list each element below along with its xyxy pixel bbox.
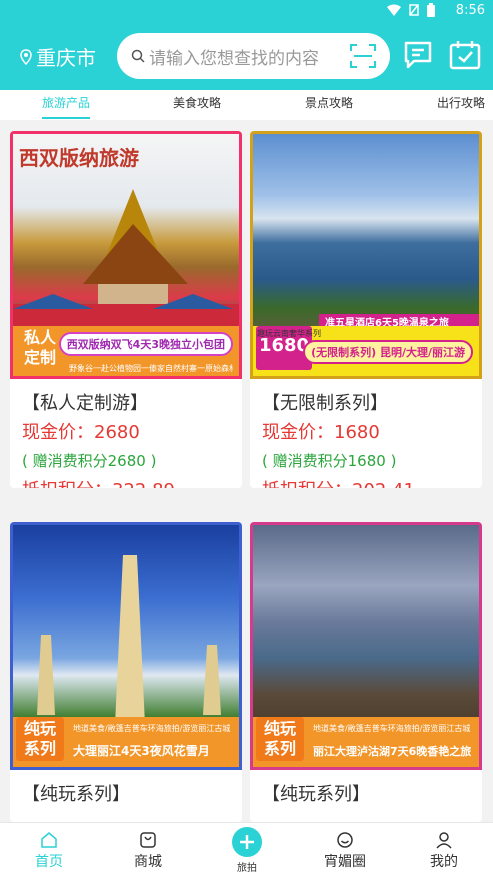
banner-subtext: 野象谷一赴公植物园一傣家自然村寨一原始森林公园 [69,364,233,373]
product-image: 准五星酒店6天5晚温泉之旅 1680 (无限制系列) 昆明/大理/丽江游 趣玩云… [250,131,482,379]
city-name: 重庆市 [36,46,96,70]
plus-icon [232,827,262,857]
banner-subtext: 趣玩云南奢华系列 [257,329,321,338]
product-info: 【纯玩系列】 [262,780,370,809]
image-badge: 西双版纳旅游 [19,146,139,170]
scan-icon[interactable] [350,44,376,68]
product-card[interactable]: 纯玩 系列 地道美食/敞篷吉普车环海旅拍/游览丽江古城 大理丽江4天3夜风花雪月 … [10,522,242,822]
tab-attractions-guide[interactable]: 景点攻略 [305,94,353,111]
product-tag: 纯玩 系列 [16,717,64,761]
product-bonus-points: ( 赠消费积分1680 ) [262,452,397,470]
banner-subtext: 地道美食/敞篷吉普车环海旅拍/游览丽江古城 [73,724,231,733]
product-card[interactable]: 纯玩 系列 地道美食/敞篷吉普车环海旅拍/游览丽江古城 丽江大理泸沽湖7天6晚香艳… [250,522,482,822]
tab-underline [42,117,91,119]
city-selector[interactable]: 重庆市 [20,42,96,71]
nav-profile[interactable]: 我的 [414,829,474,871]
search-icon [131,49,145,63]
tab-travel-products[interactable]: 旅游产品 [42,94,91,119]
calendar-check-icon[interactable] [449,40,481,74]
battery-icon [427,3,435,17]
image-banner: 1680 (无限制系列) 昆明/大理/丽江游 趣玩云南奢华系列 [253,326,479,376]
product-deduct-points: 抵扣积分：202.41 [262,476,415,488]
banner-text: (无限制系列) 昆明/大理/丽江游 [303,340,473,364]
nav-circle[interactable]: 宵媚圈 [315,829,375,871]
product-tag: 纯玩 系列 [256,717,304,761]
bottom-navigation: 首页 商城 旅拍 宵媚圈 我的 [0,822,493,878]
tab-food-guide[interactable]: 美食攻略 [173,94,221,111]
header: 重庆市 请输入您想查找的内容 [0,22,493,90]
banner-text: 西双版纳双飞4天3晚独立小包团 [58,332,233,356]
product-price: 现金价：2680 [22,422,140,443]
location-pin-icon [20,48,32,65]
product-title: 【私人定制游】 [22,393,148,414]
shop-icon [140,832,156,848]
wifi-icon [387,4,401,16]
product-info: 【纯玩系列】 [22,780,130,809]
product-card[interactable]: 西双版纳旅游 私人 定制 西双版纳双飞4天3晚独立小包团 野象谷一赴公植物园一傣家… [10,131,242,488]
user-icon [436,832,452,849]
product-title: 【无限制系列】 [262,393,388,414]
image-banner: 纯玩 系列 地道美食/敞篷吉普车环海旅拍/游览丽江古城 大理丽江4天3夜风花雪月 [13,717,239,767]
search-bar[interactable]: 请输入您想查找的内容 [117,33,390,79]
nav-home[interactable]: 首页 [19,829,79,871]
product-title: 【纯玩系列】 [262,784,370,805]
nav-photo[interactable]: 旅拍 [217,827,277,874]
image-banner: 私人 定制 西双版纳双飞4天3晚独立小包团 野象谷一赴公植物园一傣家自然村寨一原始… [13,326,239,376]
search-input[interactable]: 请输入您想查找的内容 [149,44,350,69]
message-icon[interactable] [403,40,433,74]
product-deduct-points: 抵扣积分：322.89 [22,476,175,488]
category-tabs: 旅游产品 美食攻略 景点攻略 出行攻略 [0,90,493,120]
banner-text: 大理丽江4天3夜风花雪月 [73,744,210,758]
product-title: 【纯玩系列】 [22,784,130,805]
banner-subtext: 地道美食/敞篷吉普车环海旅拍/游览丽江古城 [313,724,471,733]
sim-icon [409,4,419,16]
image-banner: 纯玩 系列 地道美食/敞篷吉普车环海旅拍/游览丽江古城 丽江大理泸沽湖7天6晚香艳… [253,717,479,767]
product-tag: 私人 定制 [16,326,64,370]
product-image: 纯玩 系列 地道美食/敞篷吉普车环海旅拍/游览丽江古城 大理丽江4天3夜风花雪月 [10,522,242,770]
status-icons [387,3,435,17]
product-image: 纯玩 系列 地道美食/敞篷吉普车环海旅拍/游览丽江古城 丽江大理泸沽湖7天6晚香艳… [250,522,482,770]
product-info: 【无限制系列】 现金价：1680 ( 赠消费积分1680 ) 抵扣积分：202.… [262,389,415,488]
tab-travel-guide[interactable]: 出行攻略 [437,94,485,111]
status-time: 8:56 [455,3,485,18]
product-image: 西双版纳旅游 私人 定制 西双版纳双飞4天3晚独立小包团 野象谷一赴公植物园一傣家… [10,131,242,379]
product-price: 现金价：1680 [262,422,380,443]
home-icon [41,832,57,848]
product-info: 【私人定制游】 现金价：2680 ( 赠消费积分2680 ) 抵扣积分：322.… [22,389,175,488]
product-card[interactable]: 准五星酒店6天5晚温泉之旅 1680 (无限制系列) 昆明/大理/丽江游 趣玩云… [250,131,482,488]
smile-icon [337,832,353,848]
nav-shop[interactable]: 商城 [118,829,178,871]
banner-text: 丽江大理泸沽湖7天6晚香艳之旅 [313,745,472,758]
status-bar: 8:56 [0,0,493,22]
product-bonus-points: ( 赠消费积分2680 ) [22,452,157,470]
